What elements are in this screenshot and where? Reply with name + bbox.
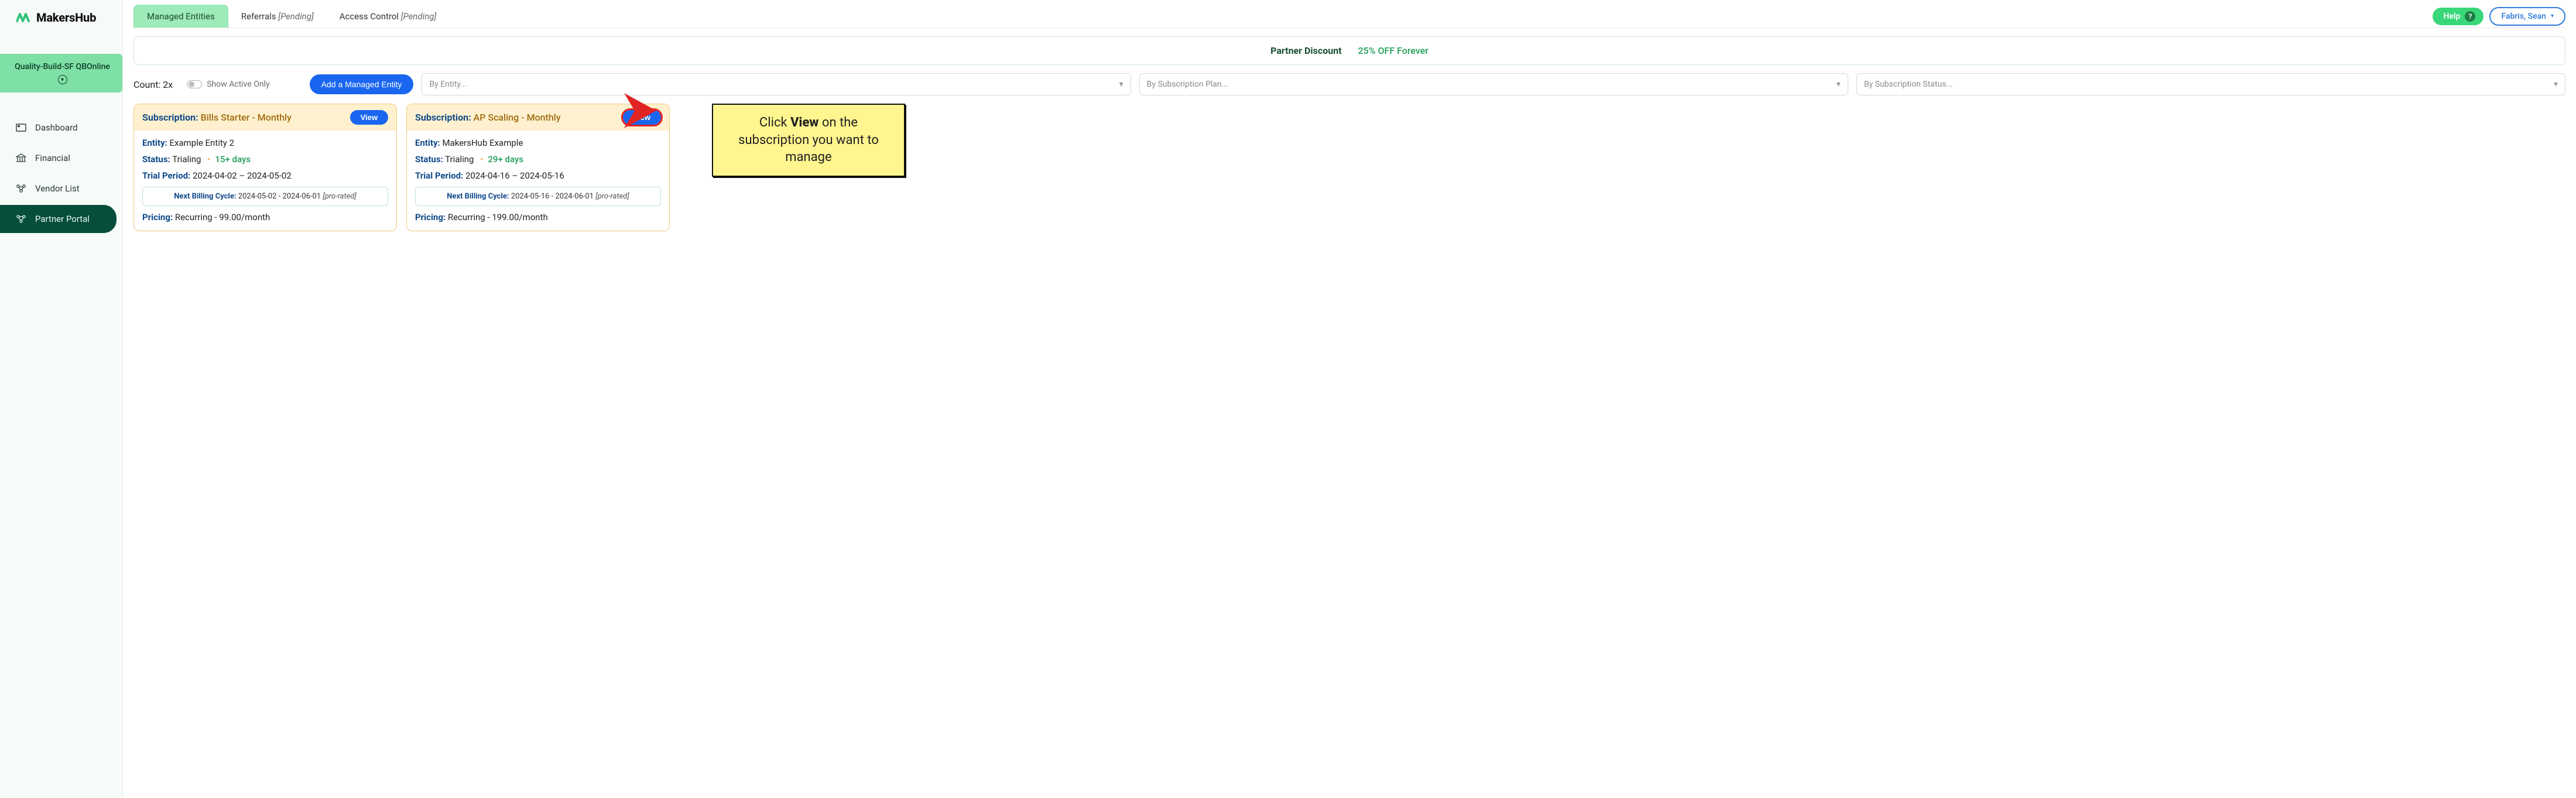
org-selector[interactable]: Quality-Build-SF QBOnline ▾: [0, 54, 122, 93]
cards-row: Subscription: Bills Starter - Monthly Vi…: [133, 104, 2565, 231]
user-name: Fabris, Sean: [2501, 12, 2546, 21]
user-menu[interactable]: Fabris, Sean ▾: [2489, 7, 2565, 26]
filter-row: Count: 2x Show Active Only Add a Managed…: [133, 73, 2565, 95]
clock-icon: ◔: [205, 155, 210, 165]
show-active-toggle[interactable]: Show Active Only: [187, 80, 269, 89]
chevron-down-icon: ▾: [2554, 80, 2558, 89]
cycle-suffix: [pro-rated]: [595, 192, 629, 201]
tab-row: Managed Entities Referrals [Pending] Acc…: [133, 0, 2565, 28]
help-label: Help: [2443, 12, 2460, 21]
pricing-label: Pricing:: [415, 212, 446, 222]
sidebar-item-label: Dashboard: [35, 122, 78, 133]
entity-value: MakersHub Example: [442, 138, 523, 148]
callout-text-pre: Click: [759, 115, 790, 130]
tutorial-callout: Click View on the subscription you want …: [712, 104, 905, 177]
logo: MakersHub: [0, 0, 122, 33]
tab-managed-entities[interactable]: Managed Entities: [133, 5, 228, 28]
subscription-label: Subscription:: [142, 112, 198, 123]
network-icon: [15, 183, 27, 194]
status-value: Trialing: [172, 154, 201, 165]
main-content: Managed Entities Referrals [Pending] Acc…: [123, 0, 2576, 798]
chevron-down-icon: ▾: [58, 75, 67, 84]
status-label: Status:: [415, 154, 443, 165]
tab-pending: [Pending]: [401, 11, 437, 22]
filter-by-status[interactable]: By Subscription Status... ▾: [1856, 73, 2565, 95]
trial-label: Trial Period:: [415, 170, 463, 181]
sidebar-item-financial[interactable]: Financial: [0, 144, 117, 172]
card-header: Subscription: Bills Starter - Monthly Vi…: [134, 104, 396, 131]
arrow-icon: [624, 93, 665, 128]
banner-offer: 25% OFF Forever: [1358, 45, 1429, 56]
filter-by-entity[interactable]: By Entity... ▾: [422, 73, 1131, 95]
trial-value: 2024-04-16 – 2024-05-16: [465, 170, 564, 181]
status-label: Status:: [142, 154, 170, 165]
clock-icon: ◔: [478, 155, 483, 165]
next-billing-cycle: Next Billing Cycle: 2024-05-02 - 2024-06…: [142, 187, 388, 206]
trial-value: 2024-04-02 – 2024-05-02: [193, 170, 292, 181]
question-icon: ?: [2465, 11, 2475, 22]
subscription-label: Subscription:: [415, 112, 471, 123]
pricing-label: Pricing:: [142, 212, 173, 222]
subscription-card: Subscription: Bills Starter - Monthly Vi…: [133, 104, 397, 231]
sidebar: MakersHub Quality-Build-SF QBOnline ▾ Da…: [0, 0, 123, 798]
filter-placeholder: By Subscription Plan...: [1147, 80, 1228, 89]
card-body: Entity: Example Entity 2 Status: Trialin…: [134, 131, 396, 231]
sidebar-item-dashboard[interactable]: Dashboard: [0, 114, 117, 142]
tab-pending: [Pending]: [278, 11, 314, 22]
chevron-down-icon: ▾: [1119, 80, 1123, 89]
tab-label: Access Control: [340, 11, 399, 22]
subscription-name: AP Scaling - Monthly: [474, 112, 561, 123]
sidebar-item-label: Vendor List: [35, 183, 80, 194]
entity-value: Example Entity 2: [169, 138, 234, 148]
cycle-value: 2024-05-16 - 2024-06-01: [511, 192, 594, 201]
trial-label: Trial Period:: [142, 170, 190, 181]
toggle-icon: [187, 80, 202, 88]
chevron-down-icon: ▾: [1837, 80, 1841, 89]
next-billing-cycle: Next Billing Cycle: 2024-05-16 - 2024-06…: [415, 187, 661, 206]
sidebar-nav: Dashboard Financial Vendor List Partner …: [0, 114, 122, 233]
filter-by-plan[interactable]: By Subscription Plan... ▾: [1139, 73, 1848, 95]
days-left: 15+ days: [215, 154, 251, 165]
days-left: 29+ days: [488, 154, 523, 165]
card-body: Entity: MakersHub Example Status: Triali…: [407, 131, 669, 231]
cycle-value: 2024-05-02 - 2024-06-01: [238, 192, 321, 201]
toggle-label: Show Active Only: [207, 80, 269, 89]
partner-icon: [15, 213, 27, 225]
logo-icon: [16, 11, 32, 25]
add-managed-entity-button[interactable]: Add a Managed Entity: [310, 74, 414, 94]
filter-placeholder: By Entity...: [429, 80, 467, 89]
pricing-value: Recurring - 99.00/month: [175, 212, 270, 222]
tab-label: Managed Entities: [147, 11, 215, 22]
callout-text-bold: View: [790, 115, 818, 130]
count-label: Count:: [133, 79, 160, 90]
cycle-label: Next Billing Cycle:: [447, 192, 509, 201]
sidebar-item-vendor-list[interactable]: Vendor List: [0, 174, 117, 203]
entity-label: Entity:: [415, 138, 440, 148]
view-button[interactable]: View: [350, 110, 388, 125]
sidebar-item-partner-portal[interactable]: Partner Portal: [0, 205, 117, 233]
entity-label: Entity:: [142, 138, 167, 148]
chevron-down-icon: ▾: [2551, 13, 2554, 19]
count-label-wrap: Count: 2x: [133, 79, 173, 90]
pricing-value: Recurring - 199.00/month: [448, 212, 548, 222]
sidebar-item-label: Partner Portal: [35, 214, 90, 224]
tab-label: Referrals: [241, 11, 276, 22]
filter-placeholder: By Subscription Status...: [1864, 80, 1953, 89]
cycle-label: Next Billing Cycle:: [174, 192, 236, 201]
count-value: 2x: [163, 79, 173, 90]
status-value: Trialing: [445, 154, 474, 165]
tab-referrals[interactable]: Referrals [Pending]: [228, 5, 327, 28]
dashboard-icon: [15, 122, 27, 133]
banner-title: Partner Discount: [1270, 45, 1341, 56]
cycle-suffix: [pro-rated]: [323, 192, 356, 201]
org-name: Quality-Build-SF QBOnline: [15, 62, 110, 71]
sidebar-item-label: Financial: [35, 153, 70, 163]
help-button[interactable]: Help ?: [2433, 8, 2483, 25]
subscription-name: Bills Starter - Monthly: [201, 112, 292, 123]
logo-text: MakersHub: [36, 11, 96, 25]
tab-access-control[interactable]: Access Control [Pending]: [327, 5, 450, 28]
bank-icon: [15, 152, 27, 164]
discount-banner: Partner Discount 25% OFF Forever: [133, 36, 2565, 65]
